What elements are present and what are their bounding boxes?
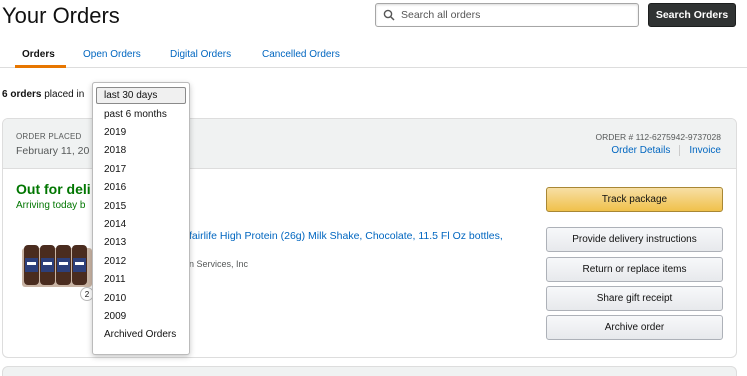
order-header-links: Order Details Invoice <box>611 145 721 156</box>
dropdown-option[interactable]: 2011 <box>93 271 189 289</box>
orders-count: 6 orders placed in <box>2 89 84 100</box>
dropdown-option[interactable]: 2015 <box>93 197 189 215</box>
invoice-link[interactable]: Invoice <box>689 145 721 156</box>
gift-receipt-button[interactable]: Share gift receipt <box>546 286 723 311</box>
dropdown-option[interactable]: 2014 <box>93 215 189 233</box>
orders-count-number: 6 orders <box>2 89 42 100</box>
link-divider <box>679 145 681 156</box>
next-order-card <box>2 366 737 376</box>
tab-cancelled-orders[interactable]: Cancelled Orders <box>262 49 340 60</box>
dropdown-option[interactable]: 2017 <box>93 160 189 178</box>
delivery-status: Out for deli <box>16 181 91 197</box>
page-title: Your Orders <box>2 3 120 28</box>
active-tab-indicator <box>15 65 66 68</box>
dropdown-option[interactable]: 2013 <box>93 234 189 252</box>
product-title-link[interactable]: fairlife High Protein (26g) Milk Shake, … <box>189 229 529 243</box>
search-field[interactable] <box>375 3 639 27</box>
tab-orders[interactable]: Orders <box>22 49 55 60</box>
tab-open-orders[interactable]: Open Orders <box>83 49 141 60</box>
return-items-button[interactable]: Return or replace items <box>546 257 723 282</box>
order-number: ORDER # 112-6275942-9737028 <box>595 132 721 142</box>
orders-count-label: placed in <box>44 89 85 100</box>
order-placed-date: February 11, 20 <box>16 145 90 157</box>
arrival-estimate: Arriving today b <box>16 200 86 211</box>
dropdown-option[interactable]: 2016 <box>93 179 189 197</box>
delivery-instructions-button[interactable]: Provide delivery instructions <box>546 227 723 252</box>
dropdown-option[interactable]: Archived Orders <box>93 326 189 344</box>
order-placed-label: ORDER PLACED <box>16 132 82 141</box>
dropdown-option[interactable]: last 30 days <box>96 87 186 104</box>
search-icon <box>383 9 395 21</box>
dropdown-option[interactable]: 2018 <box>93 142 189 160</box>
time-filter-dropdown[interactable]: last 30 days past 6 months 2019 2018 201… <box>92 82 190 355</box>
dropdown-option[interactable]: 2010 <box>93 289 189 307</box>
search-input[interactable] <box>401 9 631 21</box>
sold-by-text: n Services, Inc <box>189 259 249 269</box>
product-image[interactable] <box>21 242 93 288</box>
dropdown-option[interactable]: 2012 <box>93 252 189 270</box>
order-details-link[interactable]: Order Details <box>611 145 670 156</box>
dropdown-option[interactable]: past 6 months <box>93 105 189 123</box>
archive-order-button[interactable]: Archive order <box>546 315 723 340</box>
order-tabs: Orders Open Orders Digital Orders Cancel… <box>0 40 747 68</box>
search-orders-button[interactable]: Search Orders <box>648 3 736 27</box>
track-package-button[interactable]: Track package <box>546 187 723 212</box>
dropdown-option[interactable]: 2009 <box>93 307 189 325</box>
dropdown-option[interactable]: 2019 <box>93 123 189 141</box>
tab-digital-orders[interactable]: Digital Orders <box>170 49 231 60</box>
